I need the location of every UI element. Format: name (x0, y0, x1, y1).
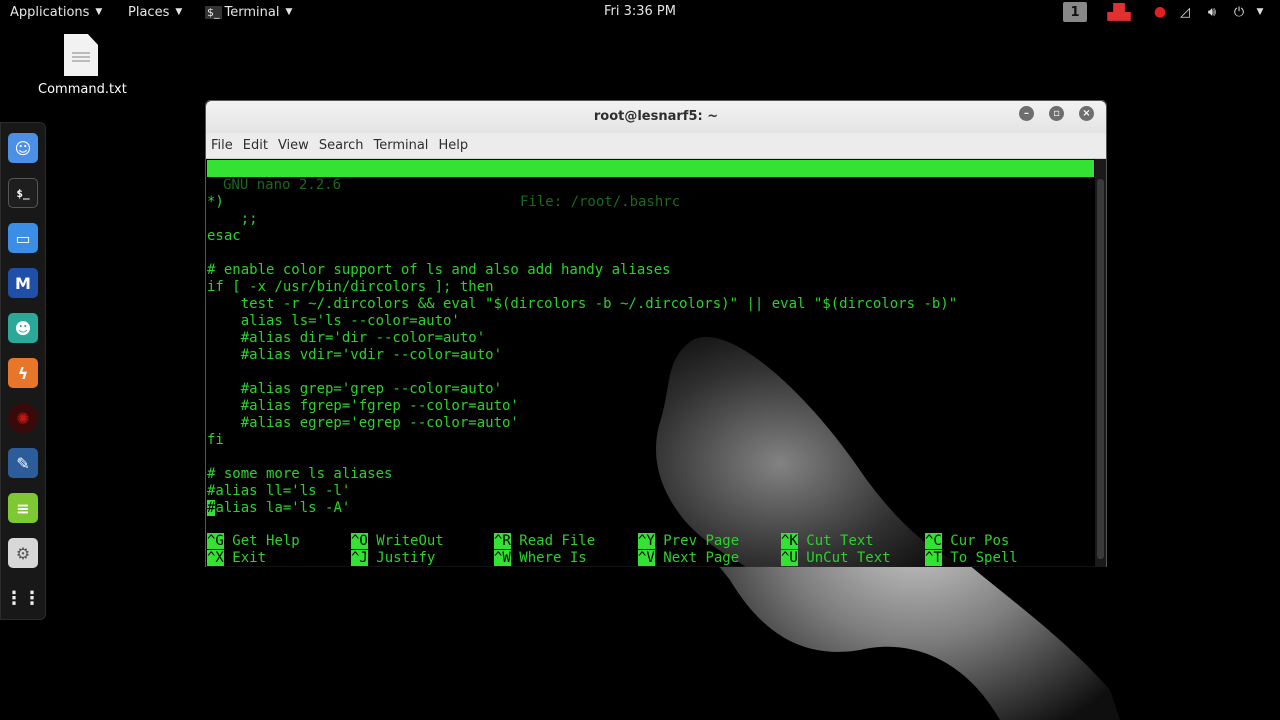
nano-header-bar: GNU nano 2.2.6 File: /root/.bashrc (207, 160, 1094, 210)
code-line: alias ls='ls --color=auto' (207, 313, 460, 329)
shortcut-to-spell: ^T To Spell (925, 550, 1018, 566)
nano-filename: File: /root/.bashrc (520, 194, 681, 210)
shortcut-read-file: ^R Read File (494, 533, 596, 549)
shortcut-get-help: ^G Get Help (207, 533, 300, 549)
dock: ☺ $_ ▭ M ☻ ϟ ✺ ✎ ≡ ⚙ ⋮⋮ (0, 122, 46, 620)
terminal-text-area[interactable]: GNU nano 2.2.6 File: /root/.bashrc *) ;;… (206, 159, 1106, 567)
menu-search[interactable]: Search (319, 138, 364, 153)
code-line: #alias egrep='egrep --color=auto' (207, 415, 519, 431)
shortcut-cur-pos: ^C Cur Pos (925, 533, 1010, 549)
code-line: #alias ll='ls -l' (207, 483, 351, 499)
close-icon[interactable]: × (1079, 106, 1094, 121)
settings-icon[interactable]: ⚙ (8, 538, 38, 568)
minimize-icon[interactable]: – (1019, 106, 1034, 121)
recorder-icon[interactable]: ▟▙ (1107, 0, 1130, 24)
terminal-menubar: File Edit View Search Terminal Help (206, 133, 1106, 159)
caret-down-icon: ▼ (95, 7, 103, 17)
code-line: ;; (207, 211, 258, 227)
armitage-icon[interactable]: ✺ (8, 403, 38, 433)
code-line: #alias dir='dir --color=auto' (207, 330, 486, 346)
top-panel: Applications ▼ Places ▼ $_ Terminal ▼ Fri 3:… (0, 0, 1280, 24)
code-line: test -r ~/.dircolors && eval "$(dircolor… (207, 296, 958, 312)
places-menu[interactable]: Places ▼ (128, 0, 182, 24)
record-dot-icon[interactable]: ● (1152, 0, 1168, 24)
maximize-icon[interactable]: ▫ (1049, 106, 1064, 121)
code-line: fi (207, 432, 224, 448)
shortcut-exit: ^X Exit (207, 550, 267, 566)
metasploit-icon[interactable]: M (8, 268, 38, 298)
caret-down-icon: ▼ (285, 7, 293, 17)
code-line: *) (207, 194, 224, 210)
clock[interactable]: Fri 3:36 PM (604, 4, 676, 19)
terminal-app-menu[interactable]: $_ Terminal ▼ (205, 0, 292, 24)
window-titlebar[interactable]: root@lesnarf5: ~ – ▫ × (206, 101, 1106, 133)
caret-down-icon[interactable]: ▼ (1254, 0, 1266, 24)
places-label: Places (128, 4, 170, 20)
shortcut-justify: ^J Justify (351, 550, 436, 566)
notes-icon[interactable]: ≡ (8, 493, 38, 523)
shortcut-next-page: ^V Next Page (638, 550, 740, 566)
terminal-window: root@lesnarf5: ~ – ▫ × File Edit View Se… (205, 100, 1107, 567)
workspace-indicator[interactable]: 1 (1063, 2, 1087, 22)
code-line-rest: alias la='ls -A' (215, 500, 351, 516)
caret-down-icon: ▼ (175, 7, 183, 17)
network-icon[interactable]: ◿ (1177, 0, 1193, 24)
shortcut-uncut-text: ^U UnCut Text (781, 550, 891, 566)
terminal-small-icon: $_ (205, 5, 222, 19)
files-icon[interactable]: ▭ (8, 223, 38, 253)
desktop-file-label: Command.txt (38, 82, 127, 97)
terminal-app-label: Terminal (224, 4, 280, 20)
shortcut-writeout: ^O WriteOut (351, 533, 444, 549)
scrollbar-thumb[interactable] (1097, 179, 1104, 559)
shortcut-where-is: ^W Where Is (494, 550, 587, 566)
chat-app-icon[interactable]: ☺ (8, 133, 38, 163)
menu-help[interactable]: Help (438, 138, 468, 153)
desktop-file-command[interactable]: Command.txt (38, 34, 127, 97)
terminal-icon[interactable]: $_ (8, 178, 38, 208)
burp-icon[interactable]: ϟ (8, 358, 38, 388)
code-line: # enable color support of ls and also ad… (207, 262, 671, 278)
code-line: if [ -x /usr/bin/dircolors ]; then (207, 279, 494, 295)
tools-icon[interactable]: ✎ (8, 448, 38, 478)
code-line: esac (207, 228, 241, 244)
anime-avatar-icon[interactable]: ☻ (8, 313, 38, 343)
code-line: #alias vdir='vdir --color=auto' (207, 347, 503, 363)
nano-version: GNU nano 2.2.6 (223, 177, 342, 193)
volume-icon[interactable]: 🔊︎ (1203, 0, 1221, 24)
menu-view[interactable]: View (278, 138, 309, 153)
power-icon[interactable]: ⏻ (1230, 0, 1248, 24)
applications-label: Applications (10, 4, 90, 20)
window-title: root@lesnarf5: ~ (593, 109, 719, 124)
menu-terminal[interactable]: Terminal (373, 138, 428, 153)
menu-file[interactable]: File (211, 138, 233, 153)
app-grid-icon[interactable]: ⋮⋮ (5, 583, 41, 613)
shortcut-prev-page: ^Y Prev Page (638, 533, 740, 549)
applications-menu[interactable]: Applications ▼ (10, 0, 102, 24)
text-file-icon (64, 34, 98, 76)
shortcut-cut-text: ^K Cut Text (781, 533, 874, 549)
code-line: #alias grep='grep --color=auto' (207, 381, 503, 397)
code-line: #alias fgrep='fgrep --color=auto' (207, 398, 519, 414)
menu-edit[interactable]: Edit (243, 138, 268, 153)
code-line-cursor: #alias la='ls -A' (207, 500, 350, 517)
code-line: # some more ls aliases (207, 466, 393, 482)
